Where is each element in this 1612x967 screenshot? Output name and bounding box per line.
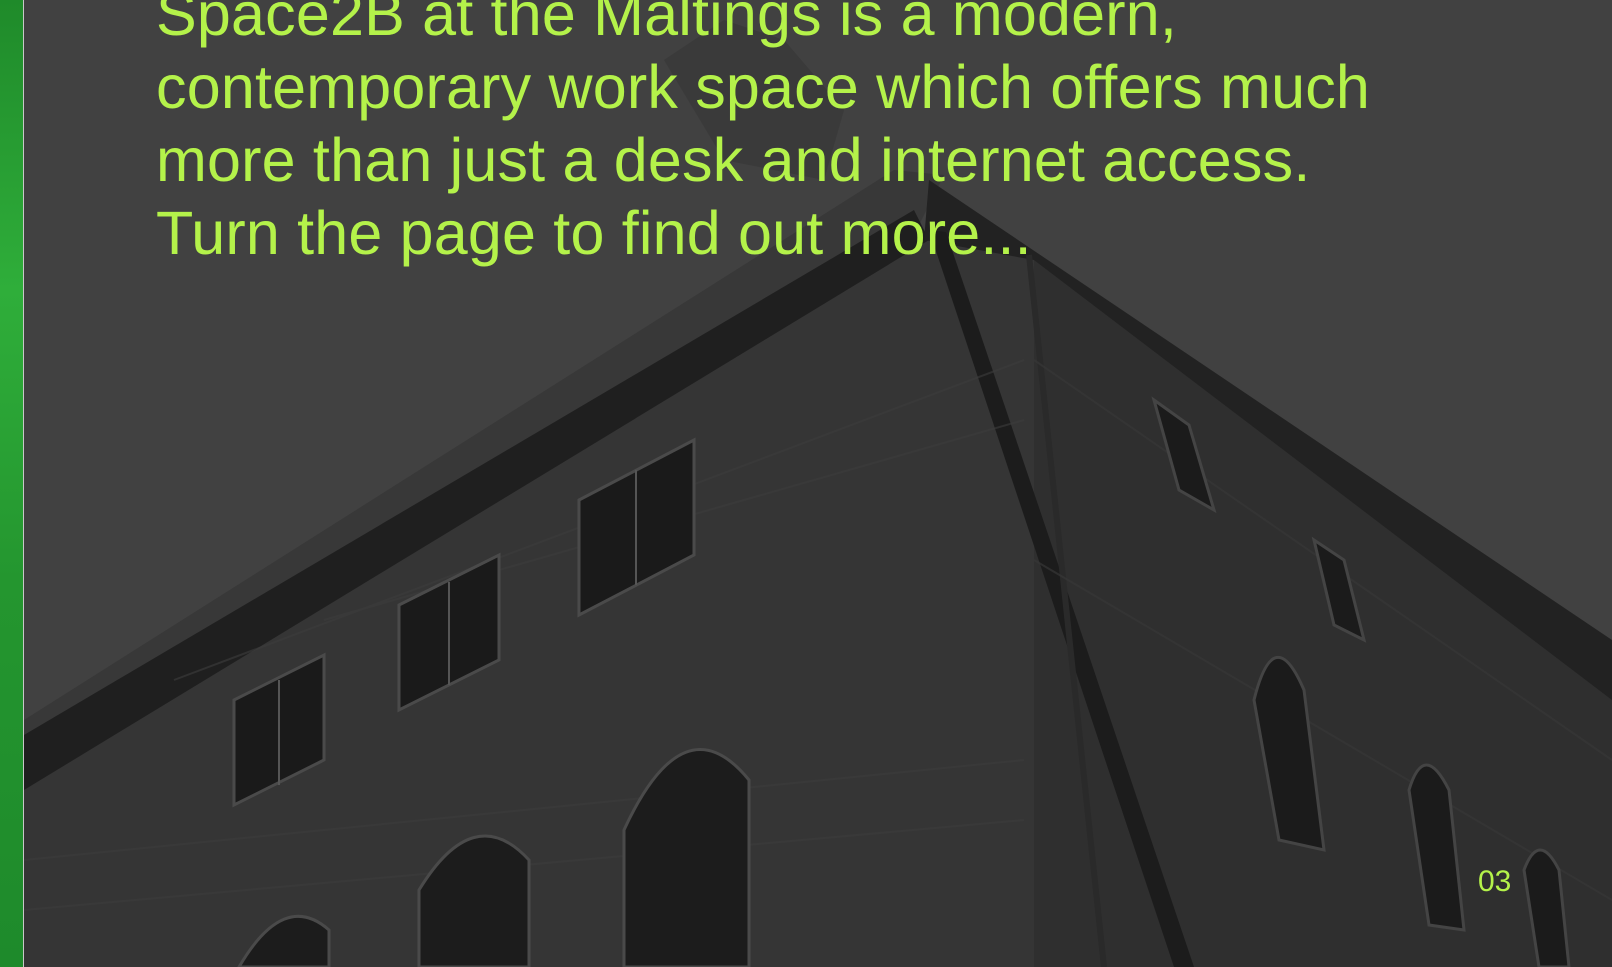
page-number: 03 <box>1478 865 1512 898</box>
intro-line-4: Turn the page to find out more... <box>156 199 1032 267</box>
intro-line-2: contemporary work space which offers muc… <box>156 53 1371 121</box>
intro-line-3: more than just a desk and internet acces… <box>156 126 1311 194</box>
intro-paragraph: Space2B at the Maltings is a modern, con… <box>156 0 1456 270</box>
brochure-page: Space2B at the Maltings is a modern, con… <box>0 0 1612 967</box>
green-side-strip <box>0 0 24 967</box>
intro-line-1: Space2B at the Maltings is a modern, <box>156 0 1178 48</box>
